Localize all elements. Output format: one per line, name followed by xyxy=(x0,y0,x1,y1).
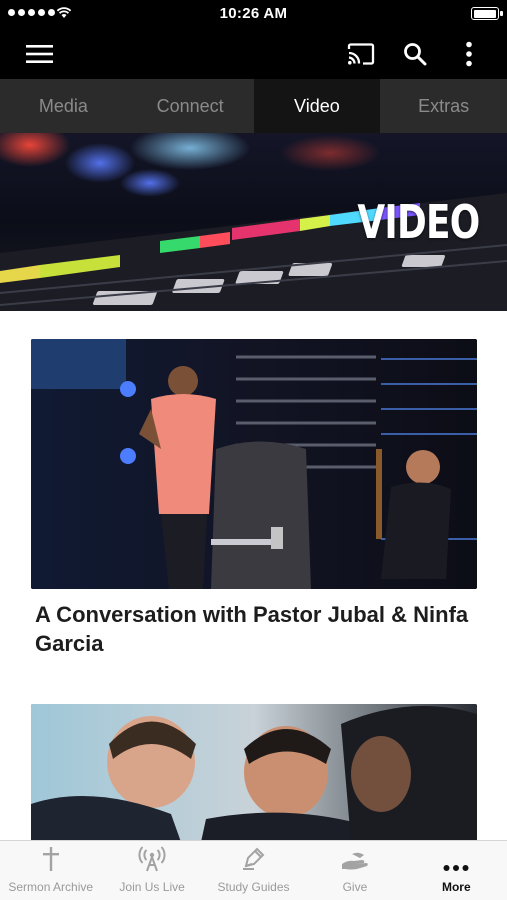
thumbnail-image-prayer xyxy=(31,704,477,842)
video-title[interactable]: A Conversation with Pastor Jubal & Ninfa… xyxy=(35,600,475,658)
nav-label: Sermon Archive xyxy=(8,880,94,894)
app-bar xyxy=(0,28,507,79)
thumbnail-image-stage-conversation xyxy=(31,339,477,589)
menu-icon[interactable] xyxy=(14,28,64,79)
tab-connect[interactable]: Connect xyxy=(127,79,254,133)
hero-banner: VIDEO xyxy=(0,133,507,311)
nav-label: More xyxy=(441,880,471,894)
top-tabs: Media Connect Video Extras xyxy=(0,79,507,133)
tab-media[interactable]: Media xyxy=(0,79,127,133)
tab-extras[interactable]: Extras xyxy=(380,79,507,133)
cast-icon[interactable] xyxy=(336,28,386,79)
nav-label: Join Us Live xyxy=(119,880,185,894)
tab-video[interactable]: Video xyxy=(253,79,381,133)
nav-study-guides[interactable]: Study Guides xyxy=(203,841,304,900)
pen-icon xyxy=(242,847,264,870)
bottom-tab-bar: Sermon Archive Join Us Live Study Guides xyxy=(0,840,507,900)
broadcast-icon xyxy=(138,846,166,872)
hero-title: VIDEO xyxy=(356,195,480,249)
video-thumbnail-2[interactable] xyxy=(31,704,477,842)
nav-give[interactable]: Give xyxy=(304,841,405,900)
status-bar: 10:26 AM xyxy=(0,0,507,28)
nav-sermon-archive[interactable]: Sermon Archive xyxy=(0,841,101,900)
more-vert-icon[interactable] xyxy=(444,28,494,79)
video-thumbnail[interactable] xyxy=(31,339,477,589)
nav-label: Give xyxy=(342,880,368,894)
status-time: 10:26 AM xyxy=(219,5,288,22)
hand-icon xyxy=(341,852,368,870)
nav-label: Study Guides xyxy=(217,880,290,894)
nav-more[interactable]: More xyxy=(406,841,507,900)
nav-join-us-live[interactable]: Join Us Live xyxy=(101,841,202,900)
more-horiz-icon xyxy=(443,865,469,871)
search-icon[interactable] xyxy=(390,28,440,79)
battery-icon xyxy=(471,7,503,20)
cross-icon xyxy=(42,847,59,871)
